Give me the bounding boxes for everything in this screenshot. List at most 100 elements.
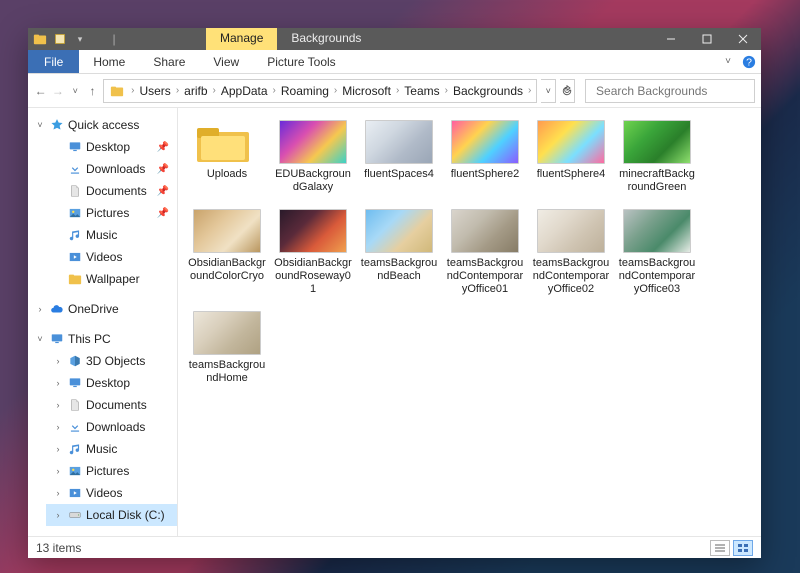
app-icon (32, 31, 48, 47)
chevron-right-icon[interactable]: › (52, 422, 64, 432)
chevron-right-icon[interactable]: › (210, 85, 219, 96)
chevron-right-icon[interactable]: › (331, 85, 340, 96)
chevron-right-icon[interactable]: › (52, 510, 64, 520)
chevron-right-icon[interactable]: › (442, 85, 451, 96)
chevron-right-icon[interactable]: › (52, 444, 64, 454)
breadcrumb-segment[interactable]: arifb (182, 84, 209, 98)
sidebar-item-pictures[interactable]: Pictures📌 (46, 202, 177, 224)
breadcrumb-segment[interactable]: Teams (402, 84, 441, 98)
window-title: Backgrounds (277, 28, 375, 50)
file-item[interactable]: teamsBackgroundContemporaryOffice01 (446, 209, 524, 295)
view-details-button[interactable] (710, 540, 730, 556)
file-item[interactable]: ObsidianBackgroundColorCryo (188, 209, 266, 295)
ribbon-tab-picture-tools[interactable]: Picture Tools (253, 50, 349, 73)
file-item[interactable]: ObsidianBackgroundRoseway01 (274, 209, 352, 295)
breadcrumb-segment[interactable]: Microsoft (340, 84, 393, 98)
tree-label: Downloads (86, 420, 145, 434)
image-thumbnail (193, 311, 261, 355)
chevron-right-icon[interactable]: › (173, 85, 182, 96)
qat-dropdown-icon[interactable]: ▾ (72, 31, 88, 47)
tree-label: Videos (86, 250, 122, 264)
ribbon-tab-share[interactable]: Share (139, 50, 199, 73)
tree-this-pc[interactable]: ˅ This PC (28, 328, 177, 350)
contextual-tab-manage[interactable]: Manage (206, 28, 277, 50)
navigation-pane: ˅ Quick access Desktop📌Downloads📌Documen… (28, 108, 178, 536)
file-item[interactable]: teamsBackgroundHome (188, 311, 266, 384)
file-item[interactable]: EDUBackgroundGalaxy (274, 120, 352, 193)
chevron-right-icon[interactable]: › (128, 85, 137, 96)
view-thumbnails-button[interactable] (733, 540, 753, 556)
ribbon-tab-view[interactable]: View (199, 50, 253, 73)
sidebar-item-3d-objects[interactable]: ›3D Objects (46, 350, 177, 372)
maximize-button[interactable] (689, 28, 725, 50)
chevron-right-icon[interactable]: › (393, 85, 402, 96)
refresh-button[interactable] (560, 79, 575, 103)
file-item[interactable]: fluentSphere2 (446, 120, 524, 193)
3d-icon (67, 353, 83, 369)
file-item[interactable]: teamsBackgroundBeach (360, 209, 438, 295)
sidebar-item-documents[interactable]: Documents📌 (46, 180, 177, 202)
pictures-icon (67, 205, 83, 221)
file-item[interactable]: teamsBackgroundContemporaryOffice03 (618, 209, 696, 295)
sidebar-item-desktop[interactable]: Desktop📌 (46, 136, 177, 158)
nav-back-button[interactable]: ← (34, 79, 47, 103)
titlebar: ▾ | Manage Backgrounds (28, 28, 761, 50)
ribbon-collapse-chevron-icon[interactable]: ˅ (719, 50, 737, 73)
chevron-down-icon[interactable]: ˅ (34, 334, 46, 344)
sidebar-item-documents[interactable]: ›Documents (46, 394, 177, 416)
star-icon (49, 117, 65, 133)
sidebar-item-music[interactable]: Music (46, 224, 177, 246)
breadcrumb-segment[interactable]: AppData (219, 84, 270, 98)
chevron-down-icon[interactable]: ˅ (34, 120, 46, 130)
qat-properties-icon[interactable] (52, 31, 68, 47)
close-button[interactable] (725, 28, 761, 50)
chevron-right-icon[interactable]: › (525, 85, 534, 96)
image-thumbnail (279, 209, 347, 253)
minimize-button[interactable] (653, 28, 689, 50)
chevron-right-icon[interactable]: › (52, 400, 64, 410)
chevron-right-icon[interactable]: › (270, 85, 279, 96)
sidebar-item-music[interactable]: ›Music (46, 438, 177, 460)
sidebar-item-videos[interactable]: ›Videos (46, 482, 177, 504)
nav-up-button[interactable]: ↑ (86, 79, 99, 103)
tree-label: Pictures (86, 464, 129, 478)
sidebar-item-wallpaper[interactable]: Wallpaper (46, 268, 177, 290)
address-dropdown[interactable]: ˅ (541, 79, 556, 103)
search-box[interactable] (585, 79, 755, 103)
breadcrumb-segment[interactable]: Users (137, 84, 172, 98)
sidebar-item-pictures[interactable]: › Pictures (46, 460, 177, 482)
tree-quick-access[interactable]: ˅ Quick access (28, 114, 177, 136)
file-item[interactable]: teamsBackgroundContemporaryOffice02 (532, 209, 610, 295)
items-view[interactable]: UploadsEDUBackgroundGalaxy fluentSpaces4 f… (178, 108, 761, 536)
nav-history-dropdown[interactable]: ˅ (69, 79, 82, 103)
file-name: teamsBackgroundHome (188, 359, 266, 384)
breadcrumb-segment[interactable]: Roaming (279, 84, 331, 98)
tree-onedrive[interactable]: › OneDrive (28, 298, 177, 320)
help-button[interactable]: ? (737, 50, 761, 73)
breadcrumb[interactable]: › Users›arifb›AppData›Roaming›Microsoft›… (103, 79, 537, 103)
file-item[interactable]: Uploads (188, 120, 266, 193)
svg-text:?: ? (746, 56, 752, 68)
chevron-right-icon[interactable]: › (52, 488, 64, 498)
breadcrumb-segment[interactable]: Backgrounds (451, 84, 525, 98)
file-name: fluentSpaces4 (364, 168, 434, 181)
chevron-right-icon[interactable]: › (52, 356, 64, 366)
nav-forward-button[interactable]: → (51, 79, 64, 103)
ribbon-tab-home[interactable]: Home (79, 50, 139, 73)
search-input[interactable] (596, 84, 751, 98)
file-menu[interactable]: File (28, 50, 79, 73)
file-item[interactable]: minecraftBackgroundGreen (618, 120, 696, 193)
sidebar-item-desktop[interactable]: ›Desktop (46, 372, 177, 394)
chevron-right-icon[interactable]: › (52, 466, 64, 476)
sidebar-item-local-disk-c-[interactable]: ›Local Disk (C:) (46, 504, 177, 526)
chevron-right-icon[interactable]: › (52, 378, 64, 388)
sidebar-item-downloads[interactable]: Downloads📌 (46, 158, 177, 180)
sidebar-item-downloads[interactable]: › Downloads (46, 416, 177, 438)
file-name: teamsBackgroundContemporaryOffice02 (532, 257, 610, 295)
chevron-right-icon[interactable]: › (34, 304, 46, 314)
file-item[interactable]: fluentSphere4 (532, 120, 610, 193)
sidebar-item-videos[interactable]: Videos (46, 246, 177, 268)
location-folder-icon (108, 82, 126, 100)
file-item[interactable]: fluentSpaces4 (360, 120, 438, 193)
image-thumbnail (623, 120, 691, 164)
